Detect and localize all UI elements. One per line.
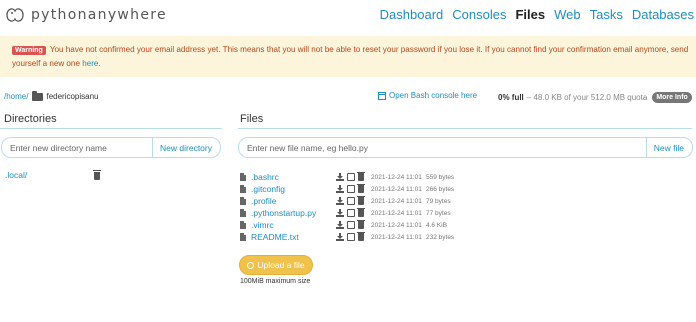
download-icon[interactable] [336, 233, 344, 241]
download-icon[interactable] [336, 197, 344, 205]
logo-text: pythonanywhere [31, 7, 167, 23]
file-date: 2021-12-24 11:01 [371, 209, 422, 217]
file-row: README.txt 2021-12-24 11:01 232 bytes [240, 231, 454, 243]
download-icon[interactable] [336, 173, 344, 181]
quota-percent: 0% full [498, 93, 524, 102]
new-file-button[interactable]: New file [645, 137, 693, 158]
directory-item-local[interactable]: .local/ [5, 170, 27, 180]
file-icon [240, 185, 246, 193]
file-size: 232 bytes [426, 233, 455, 241]
upload-size-note: 100MiB maximum size [240, 278, 311, 285]
file-link[interactable]: .gitconfig [251, 184, 336, 194]
file-row: .profile 2021-12-24 11:01 79 bytes [240, 195, 454, 207]
main-nav: Dashboard Consoles Files Web Tasks Datab… [380, 7, 694, 22]
file-actions [336, 220, 371, 229]
files-divider [238, 128, 692, 129]
file-row: .pythonstartup.py 2021-12-24 11:01 77 byte… [240, 207, 454, 219]
logo[interactable]: pythonanywhere [4, 5, 167, 25]
file-actions [336, 196, 371, 205]
file-size: 4.6 KiB [426, 221, 447, 229]
delete-icon[interactable] [357, 184, 365, 193]
new-directory-input[interactable]: Enter new directory name [1, 137, 153, 158]
file-list: .bashrc 2021-12-24 11:01 559 bytes .gitconf… [240, 171, 454, 243]
resend-email-link[interactable]: here [82, 59, 98, 68]
file-icon [240, 209, 246, 217]
directories-title: Directories [4, 113, 57, 125]
nav-consoles[interactable]: Consoles [452, 7, 506, 22]
file-link[interactable]: .pythonstartup.py [251, 208, 336, 218]
file-actions [336, 232, 371, 241]
file-link[interactable]: .profile [251, 196, 336, 206]
folder-icon [32, 90, 44, 101]
breadcrumb: /home/ federicopisanu [4, 90, 99, 101]
edit-icon[interactable] [347, 221, 355, 229]
file-actions [336, 208, 371, 217]
file-actions [336, 184, 371, 193]
upload-label: Upload a file [257, 260, 305, 270]
edit-icon[interactable] [347, 173, 355, 181]
breadcrumb-user: federicopisanu [46, 92, 99, 101]
nav-files[interactable]: Files [515, 7, 545, 22]
edit-icon[interactable] [347, 209, 355, 217]
file-size: 79 bytes [426, 197, 451, 205]
file-link[interactable]: .bashrc [251, 172, 336, 182]
download-icon[interactable] [336, 209, 344, 217]
console-icon [378, 91, 386, 100]
file-row: .vimrc 2021-12-24 11:01 4.6 KiB [240, 219, 454, 231]
new-directory-button[interactable]: New directory [152, 137, 221, 158]
edit-icon[interactable] [347, 185, 355, 193]
quota-muted: – 48.0 KB of your 512.0 MB quota [526, 93, 648, 102]
delete-directory-icon[interactable] [93, 170, 101, 180]
nav-databases[interactable]: Databases [632, 7, 694, 22]
warning-text: You have not confirmed your email addres… [12, 45, 689, 68]
upload-file-button[interactable]: Upload a file [239, 255, 313, 275]
files-title: Files [240, 113, 264, 125]
file-date: 2021-12-24 11:01 [371, 221, 422, 229]
email-warning: Warning You have not confirmed your emai… [0, 36, 696, 77]
edit-icon[interactable] [347, 233, 355, 241]
download-icon[interactable] [336, 221, 344, 229]
file-icon [240, 233, 246, 241]
warning-badge: Warning [12, 46, 46, 55]
open-bash-link[interactable]: Open Bash console here [378, 91, 477, 100]
warning-end: . [98, 59, 101, 68]
more-info-button[interactable]: More Info [652, 92, 692, 103]
snake-logo-icon [6, 8, 24, 22]
file-icon [240, 221, 246, 229]
file-date: 2021-12-24 11:01 [371, 185, 422, 193]
file-size: 266 bytes [426, 185, 455, 193]
new-file-group: Enter new file name, eg hello.py New fil… [238, 137, 693, 158]
directories-divider [0, 128, 222, 129]
nav-dashboard[interactable]: Dashboard [380, 7, 444, 22]
file-size: 77 bytes [426, 209, 451, 217]
quota-info: 0% full – 48.0 KB of your 512.0 MB quota… [498, 92, 692, 103]
delete-icon[interactable] [357, 232, 365, 241]
open-bash-label: Open Bash console here [389, 91, 478, 100]
file-actions [336, 172, 371, 181]
delete-icon[interactable] [357, 208, 365, 217]
delete-icon[interactable] [357, 220, 365, 229]
new-directory-group: Enter new directory name New directory [1, 137, 221, 158]
file-icon [240, 173, 246, 181]
download-icon[interactable] [336, 185, 344, 193]
file-date: 2021-12-24 11:01 [371, 233, 422, 241]
delete-icon[interactable] [357, 172, 365, 181]
header: pythonanywhere Dashboard Consoles Files … [0, 0, 696, 30]
nav-tasks[interactable]: Tasks [590, 7, 623, 22]
file-row: .gitconfig 2021-12-24 11:01 266 bytes [240, 183, 454, 195]
nav-web[interactable]: Web [554, 7, 581, 22]
file-date: 2021-12-24 11:01 [371, 173, 422, 181]
breadcrumb-home-link[interactable]: /home/ [4, 92, 28, 101]
file-size: 559 bytes [426, 173, 455, 181]
upload-icon [247, 261, 255, 269]
file-icon [240, 197, 246, 205]
new-file-input[interactable]: Enter new file name, eg hello.py [238, 137, 646, 158]
file-row: .bashrc 2021-12-24 11:01 559 bytes [240, 171, 454, 183]
file-date: 2021-12-24 11:01 [371, 197, 422, 205]
file-link[interactable]: .vimrc [251, 220, 336, 230]
edit-icon[interactable] [347, 197, 355, 205]
delete-icon[interactable] [357, 196, 365, 205]
file-link[interactable]: README.txt [251, 232, 336, 242]
